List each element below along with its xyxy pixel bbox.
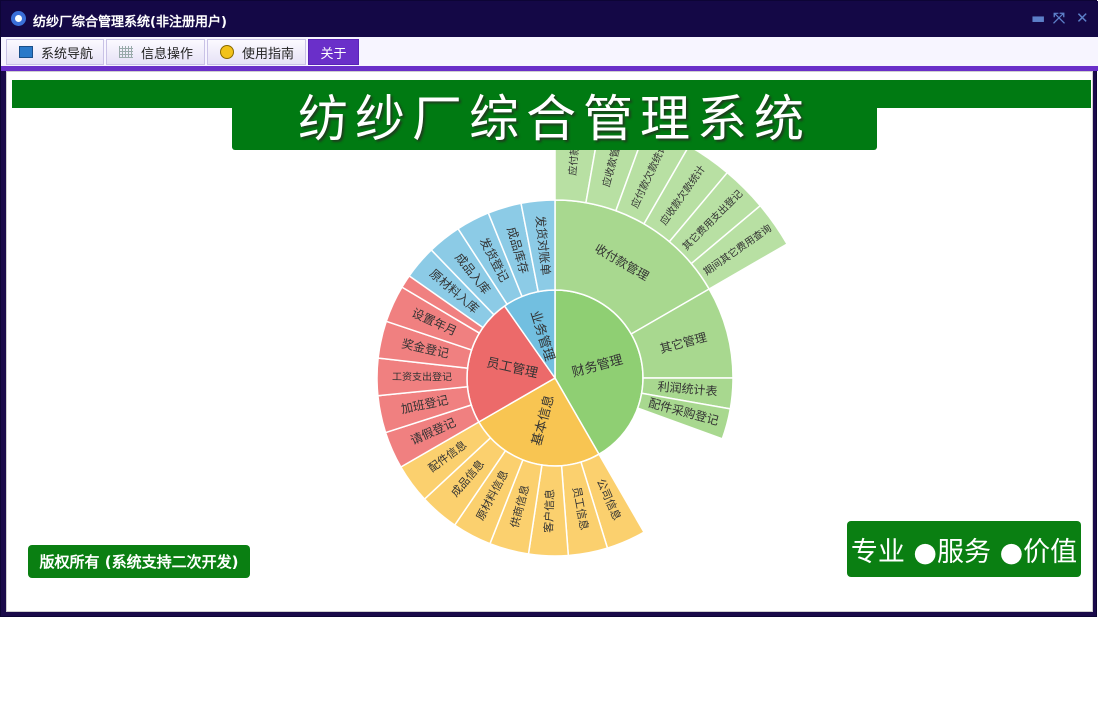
- sunburst-basic-label-2: 客户信息: [541, 489, 557, 533]
- slogan-badge: 专业 ●服务 ●价值: [847, 521, 1081, 577]
- copyright-badge: 版权所有 (系统支持二次开发): [28, 545, 250, 578]
- banner-title: 纺纱厂综合管理系统: [298, 90, 811, 148]
- system-banner: 纺纱厂综合管理系统: [232, 80, 877, 150]
- sunburst-staff-label-2: 工资支出登记: [392, 370, 452, 383]
